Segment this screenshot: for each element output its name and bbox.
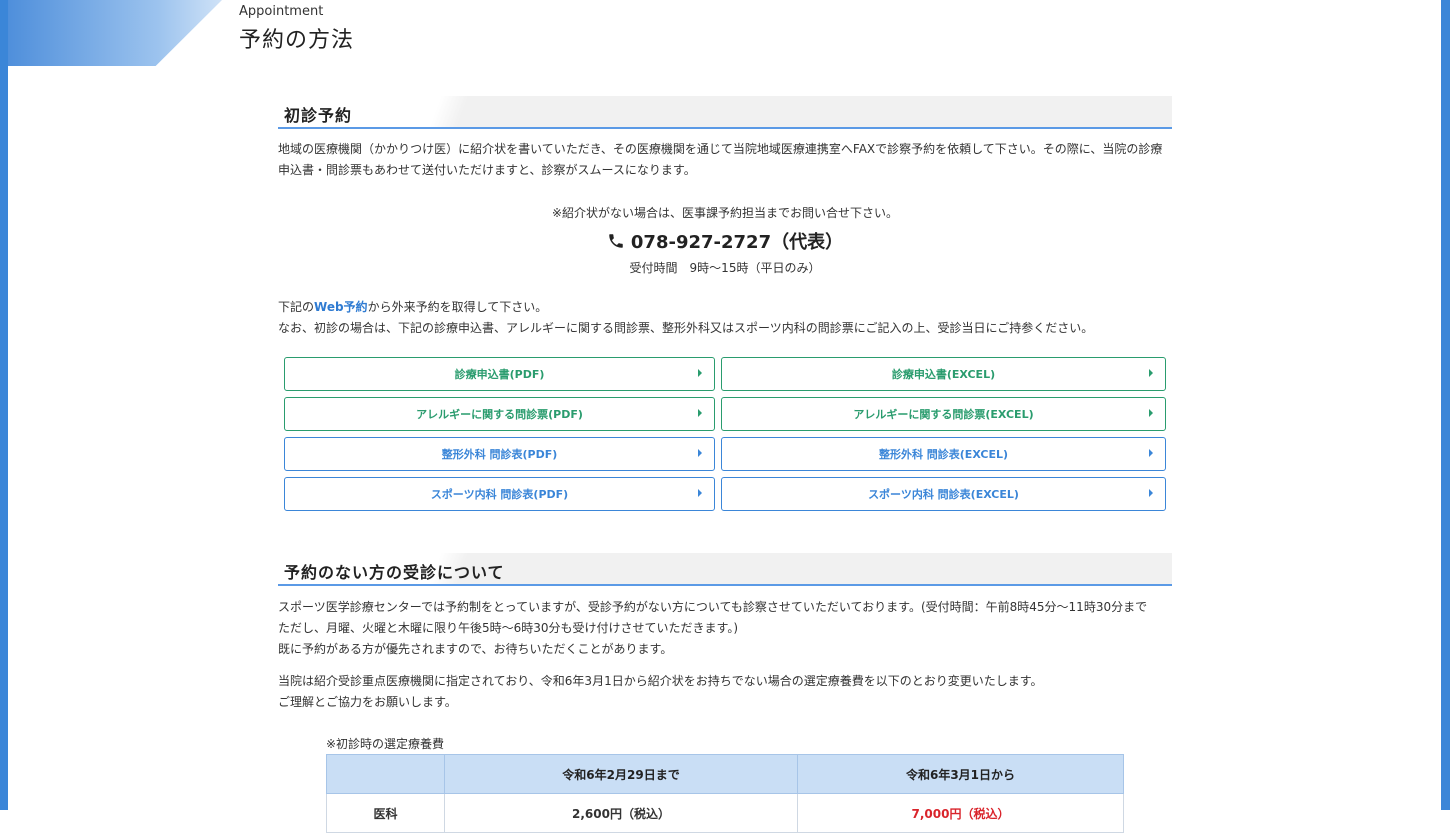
table-row: 医科 2,600円（税込） 7,000円（税込） [326,793,1124,833]
phone-text: 078-927-2727（代表） [630,232,844,253]
web-reservation-link[interactable]: Web予約 [314,300,368,314]
arrow-right-icon [1149,369,1153,377]
main-content: 初診予約 地域の医療機関（かかりつけ医）に紹介状を書いていただき、その医療機関を… [278,96,1172,713]
arrow-right-icon [698,449,702,457]
corner-decoration [8,0,222,66]
orthopedics-questionnaire-pdf-button[interactable]: 整形外科 問診表(PDF) [284,437,715,471]
application-form-excel-button[interactable]: 診療申込書(EXCEL) [721,357,1166,391]
first-visit-note: なお、初診の場合は、下記の診療申込書、アレルギーに関する問診票、整形外科又はスポ… [278,321,1094,335]
section-title: 初診予約 [284,106,353,125]
arrow-right-icon [1149,489,1153,497]
walk-in-line: ただし、月曜、火曜と木曜に限り午後5時～6時30分も受け付けさせていただきます。… [278,621,739,635]
table-header: 令和6年2月29日まで [444,754,798,794]
table-header-row: 令和6年2月29日まで 令和6年3月1日から [326,754,1124,794]
intro-line: 申込書・問診票もあわせて送付いただけますと、診察がスムースになります。 [278,163,696,177]
arrow-right-icon [698,369,702,377]
phone-icon [609,234,623,248]
referral-note: ※紹介状がない場合は、医事課予約担当までお問い合せ下さい。 [551,206,899,220]
section-heading-walk-in: 予約のない方の受診について [278,553,1172,586]
web-reservation-line: 下記のWeb予約から外来予約を取得して下さい。 [278,297,1172,318]
arrow-right-icon [1149,409,1153,417]
orthopedics-questionnaire-excel-button[interactable]: 整形外科 問診表(EXCEL) [721,437,1166,471]
fee-table: 令和6年2月29日まで 令和6年3月1日から 医科 2,600円（税込） 7,0… [326,754,1124,833]
fee-notice-line: ご理解とご協力をお願いします。 [278,695,457,709]
sports-medicine-questionnaire-pdf-button[interactable]: スポーツ内科 問診表(PDF) [284,477,715,511]
walk-in-line: スポーツ医学診療センターでは予約制をとっていますが、受診予約がない方についても診… [278,600,1148,614]
reception-hours: 受付時間 9時～15時（平日のみ） [629,261,821,275]
table-header: 令和6年3月1日から [797,754,1124,794]
section-heading-first-visit: 初診予約 [278,96,1172,129]
web-line-pre: 下記の [278,300,315,314]
allergy-questionnaire-pdf-button[interactable]: アレルギーに関する問診票(PDF) [284,397,715,431]
page-title: 予約の方法 [239,28,355,53]
section-title: 予約のない方の受診について [284,563,505,582]
table-header [326,754,445,794]
page-subtitle-en: Appointment [239,4,324,19]
allergy-questionnaire-excel-button[interactable]: アレルギーに関する問診票(EXCEL) [721,397,1166,431]
phone-number[interactable]: 078-927-2727（代表） [278,228,1172,254]
table-cell: 医科 [326,793,445,833]
table-cell: 7,000円（税込） [797,793,1124,833]
download-buttons: 診療申込書(PDF) 診療申込書(EXCEL) アレルギーに関する問診票(PDF… [284,357,1172,511]
walk-in-line: 既に予約がある方が優先されますので、お待ちいただくことがあります。 [278,642,673,656]
arrow-right-icon [698,409,702,417]
left-frame-bar [0,0,8,810]
arrow-right-icon [698,489,702,497]
web-line-post: から外来予約を取得して下さい。 [367,300,548,314]
intro-line: 地域の医療機関（かかりつけ医）に紹介状を書いていただき、その医療機関を通じて当院… [278,142,1163,156]
fee-table-caption: ※初診時の選定療養費 [326,737,445,751]
right-frame-bar [1441,0,1450,810]
table-cell: 2,600円（税込） [444,793,798,833]
arrow-right-icon [1149,449,1153,457]
fee-notice-line: 当院は紹介受診重点医療機関に指定されており、令和6年3月1日から紹介状をお持ちで… [278,674,1043,688]
application-form-pdf-button[interactable]: 診療申込書(PDF) [284,357,715,391]
sports-medicine-questionnaire-excel-button[interactable]: スポーツ内科 問診表(EXCEL) [721,477,1166,511]
